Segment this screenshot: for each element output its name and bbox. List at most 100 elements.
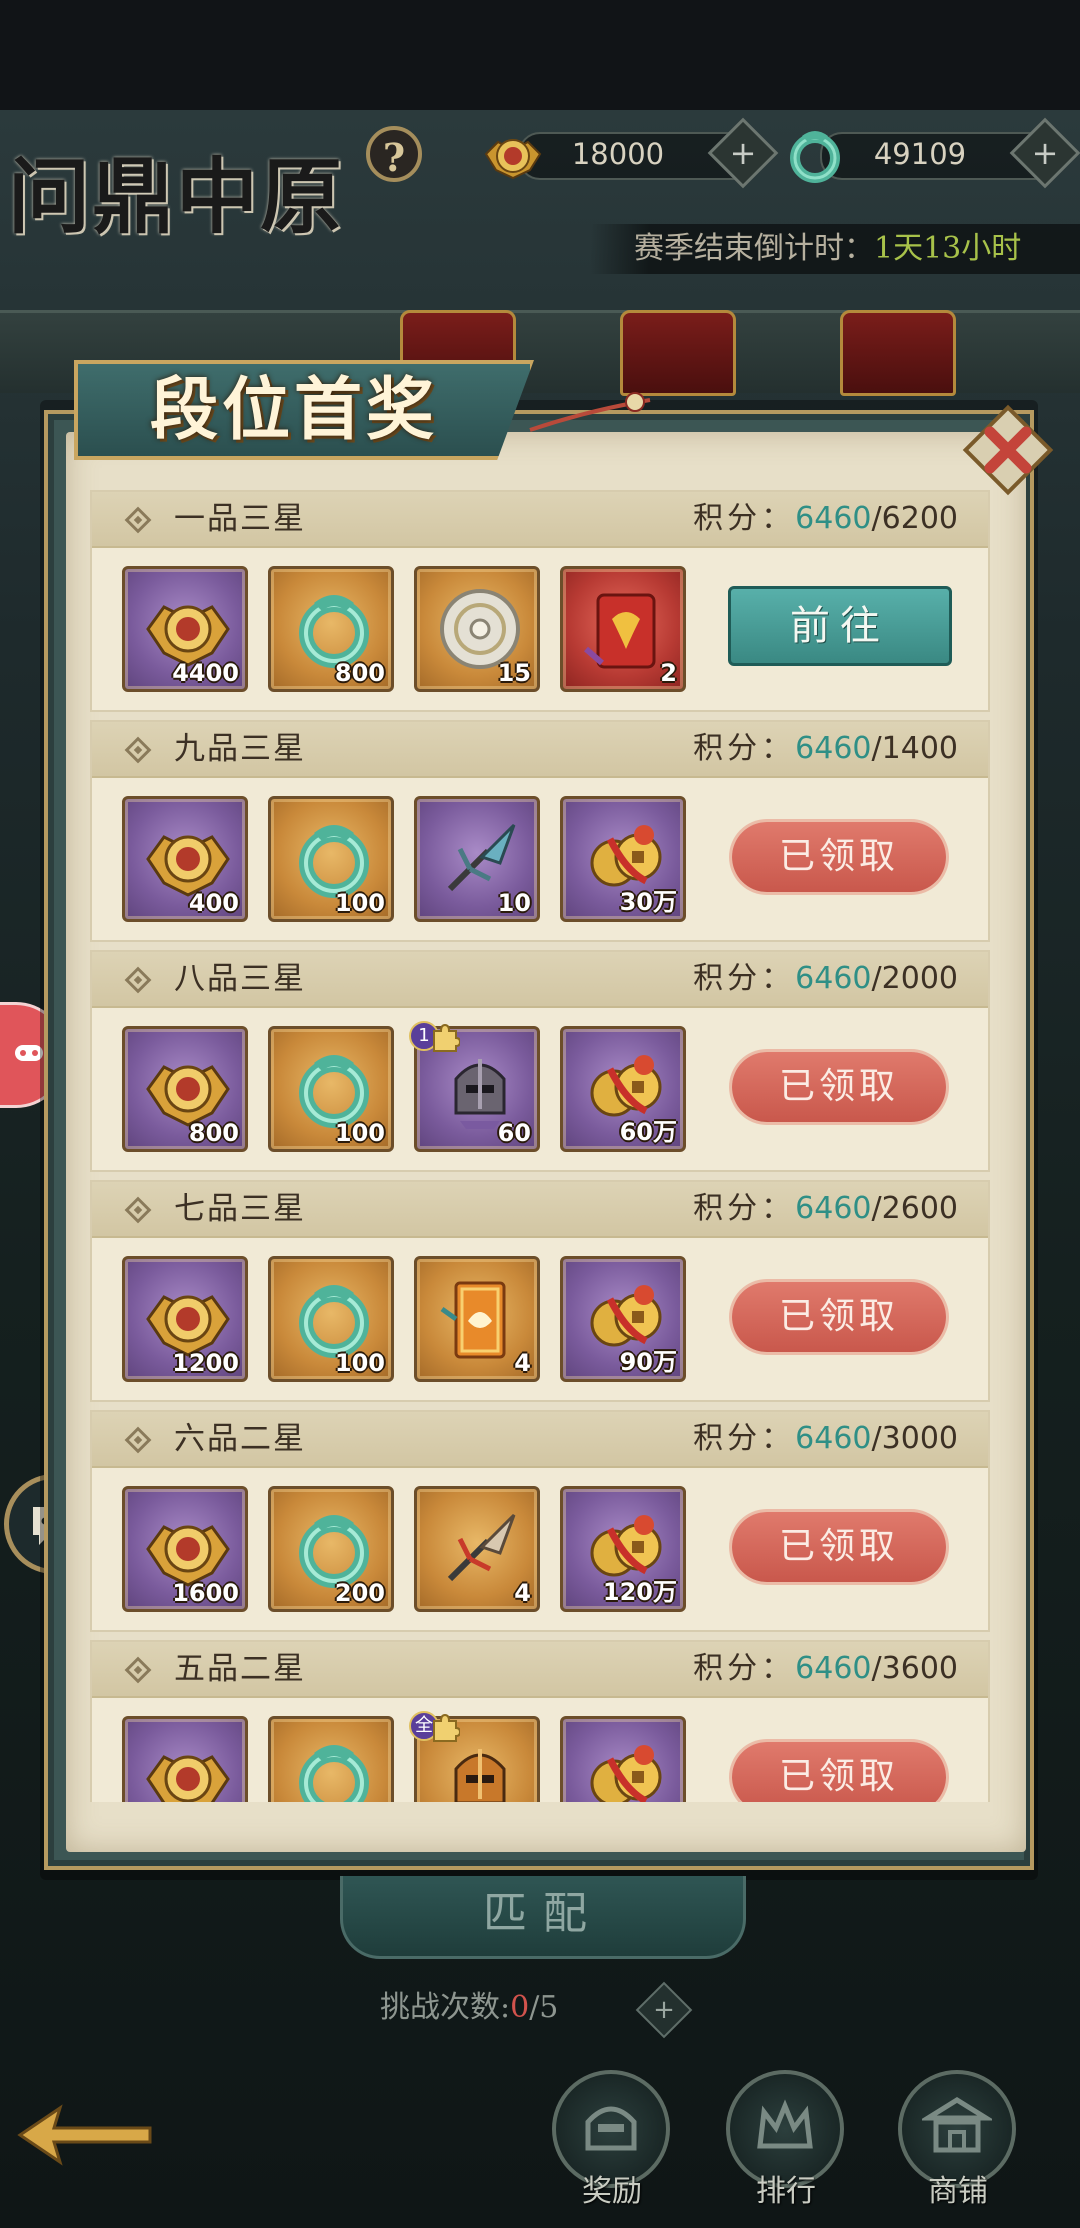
tier-header: 六品二星 积分：6460/3000 (92, 1412, 988, 1468)
reward-quantity: 4 (514, 1349, 531, 1377)
reward-quantity: 30万 (619, 888, 677, 916)
reward-quantity: 4400 (172, 659, 239, 687)
reward-item[interactable]: 100 (268, 1026, 394, 1152)
match-button[interactable]: 匹配 (340, 1876, 746, 1959)
reward-item[interactable]: 400 (122, 796, 248, 922)
reward-item[interactable]: 10 (414, 796, 540, 922)
nav-ranking-button[interactable]: 排行 (726, 2070, 846, 2210)
help-button[interactable]: ? (366, 126, 422, 182)
reward-item[interactable] (122, 1716, 248, 1802)
reward-item[interactable]: 90万 (560, 1256, 686, 1382)
reward-quantity: 800 (334, 659, 385, 687)
modal-title: 段位首奖 (150, 370, 439, 450)
gold-medal-icon (146, 1755, 230, 1802)
reward-item[interactable]: 120万 (560, 1486, 686, 1612)
knot-icon (124, 736, 152, 764)
tier-score: 积分：6460/3600 (693, 1642, 958, 1696)
score-current: 6460 (795, 961, 872, 996)
reward-quantity: 1200 (172, 1349, 239, 1377)
nav-reward-button[interactable]: 奖励 (552, 2070, 672, 2210)
score-target: /3600 (871, 1651, 958, 1686)
score-label: 积分： (693, 501, 796, 536)
reward-quantity: 4 (514, 1579, 531, 1607)
score-current: 6460 (795, 731, 872, 766)
tier-row: 八品三星 积分：6460/2000 800 100 1 60 60万 已领取 (90, 950, 990, 1172)
reward-helmet-icon (585, 2106, 637, 2151)
score-target: /6200 (871, 501, 958, 536)
reward-item[interactable] (268, 1716, 394, 1802)
tier-score: 积分：6460/6200 (693, 492, 958, 546)
tier-header: 五品二星 积分：6460/3600 (92, 1642, 988, 1698)
claimed-button[interactable]: 已领取 (732, 1742, 946, 1802)
reward-item[interactable]: 100 (268, 1256, 394, 1382)
reward-quantity: 100 (334, 1119, 385, 1147)
reward-quantity: 100 (334, 1349, 385, 1377)
score-target: /1400 (871, 731, 958, 766)
reward-item[interactable]: 4400 (122, 566, 248, 692)
reward-item[interactable]: 800 (122, 1026, 248, 1152)
tier-row: 九品三星 积分：6460/1400 400 100 10 30万 已领取 (90, 720, 990, 942)
claimed-button[interactable]: 已领取 (732, 822, 946, 892)
reward-item[interactable]: 60万 (560, 1026, 686, 1152)
currency-value: 49109 (873, 137, 967, 171)
challenge-counter: 挑战次数:0/5 (380, 1986, 558, 2030)
reward-item[interactable]: 4 (414, 1486, 540, 1612)
tier-name: 九品三星 (174, 731, 306, 767)
claimed-button[interactable]: 已领取 (732, 1282, 946, 1352)
reward-item[interactable] (560, 1716, 686, 1802)
score-label: 积分： (693, 1191, 796, 1226)
claimed-button[interactable]: 已领取 (732, 1052, 946, 1122)
nav-label: 奖励 (582, 2174, 642, 2209)
tier-header: 九品三星 积分：6460/1400 (92, 722, 988, 778)
reward-item[interactable]: 15 (414, 566, 540, 692)
score-label: 积分： (693, 1421, 796, 1456)
reward-quantity: 400 (188, 889, 239, 917)
tier-header: 七品三星 积分：6460/2600 (92, 1182, 988, 1238)
knot-icon (124, 1426, 152, 1454)
reward-item[interactable]: 30万 (560, 796, 686, 922)
nav-label: 排行 (756, 2174, 816, 2209)
score-label: 积分： (693, 961, 796, 996)
claimed-button[interactable]: 已领取 (732, 1512, 946, 1582)
knot-icon (124, 506, 152, 534)
score-current: 6460 (795, 1651, 872, 1686)
puzzle-piece-icon (433, 1023, 460, 1052)
reward-quantity: 800 (188, 1119, 239, 1147)
season-countdown: 赛季结束倒计时：1天13小时 (590, 224, 1080, 274)
tier-name: 一品三星 (174, 501, 306, 537)
reward-quantity: 100 (334, 889, 385, 917)
reward-item[interactable]: 全 (409, 1711, 540, 1802)
tier-name: 五品二星 (174, 1651, 306, 1687)
nav-shop-button[interactable]: 商铺 (898, 2070, 1018, 2210)
reward-quantity: 60万 (619, 1118, 677, 1146)
copper-coins-icon (590, 1745, 662, 1802)
puzzle-piece-icon (433, 1713, 460, 1742)
tier-row: 七品三星 积分：6460/2600 1200 100 4 90万 已领取 (90, 1180, 990, 1402)
tier-score: 积分：6460/2000 (693, 952, 958, 1006)
challenge-label: 挑战次数: (380, 1990, 511, 2025)
reward-quantity: 60 (497, 1119, 531, 1147)
reward-item[interactable]: 1200 (122, 1256, 248, 1382)
challenge-total: /5 (529, 1990, 559, 2025)
game-mode-title: 问鼎中原 (8, 149, 345, 245)
tier-score: 积分：6460/1400 (693, 722, 958, 776)
reward-item[interactable]: 1 60 (409, 1021, 540, 1152)
reward-quantity: 90万 (619, 1348, 677, 1376)
reward-item[interactable]: 2 (560, 566, 686, 692)
reward-item[interactable]: 1600 (122, 1486, 248, 1612)
tier-name: 七品三星 (174, 1191, 306, 1227)
knot-icon (124, 966, 152, 994)
tier-score: 积分：6460/2600 (693, 1182, 958, 1236)
reward-quantity: 2 (660, 659, 677, 687)
reward-item[interactable]: 100 (268, 796, 394, 922)
back-arrow-icon[interactable] (10, 2100, 160, 2170)
go-button[interactable]: 前往 (728, 586, 952, 666)
tier-list[interactable]: 一品三星 积分：6460/6200 4400 800 15 2 前往 九品三星 … (90, 480, 990, 1802)
score-label: 积分： (693, 1651, 796, 1686)
reward-item[interactable]: 800 (268, 566, 394, 692)
score-current: 6460 (795, 1191, 872, 1226)
reward-item[interactable]: 4 (414, 1256, 540, 1382)
knot-icon (124, 1656, 152, 1684)
reward-item[interactable]: 200 (268, 1486, 394, 1612)
challenge-count: 0 (510, 1990, 530, 2025)
